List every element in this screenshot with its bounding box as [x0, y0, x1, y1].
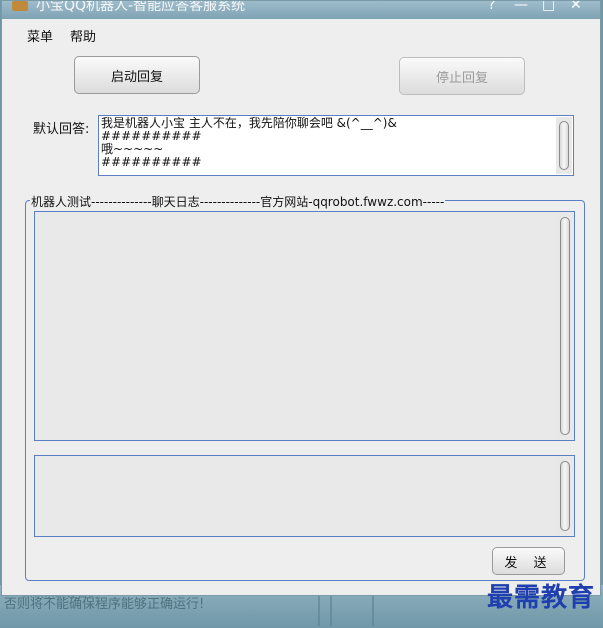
default-reply-text: 我是机器人小宝 主人不在，我先陪你聊会吧 &(^__^)& ##########… — [101, 116, 397, 169]
robot-test-group-title: 机器人测试--------------聊天日志--------------官方网… — [30, 193, 446, 210]
help-icon[interactable]: ? — [488, 1, 495, 13]
close-icon[interactable]: ✕ — [570, 1, 582, 13]
stop-reply-button[interactable]: 停止回复 — [399, 57, 525, 95]
menu-bar: 菜单 帮助 — [2, 19, 600, 47]
default-reply-textarea[interactable]: 我是机器人小宝 主人不在，我先陪你聊会吧 &(^__^)& ##########… — [98, 115, 574, 176]
title-bar[interactable]: 小宝QQ机器人-智能应答客服系统 ? — □ ✕ — [2, 1, 600, 19]
chat-log-scrollbar[interactable] — [557, 213, 573, 439]
app-window: 小宝QQ机器人-智能应答客服系统 ? — □ ✕ 菜单 帮助 启动回复 停止回复… — [1, 0, 601, 596]
app-icon — [12, 1, 28, 11]
watermark-logo: 最需教育 — [486, 583, 595, 613]
start-reply-button[interactable]: 启动回复 — [74, 56, 200, 94]
scroll-thumb[interactable] — [560, 217, 570, 435]
menu-item-menu[interactable]: 菜单 — [27, 26, 53, 45]
maximize-icon[interactable]: □ — [542, 1, 555, 13]
message-input-area[interactable] — [34, 455, 575, 537]
send-button[interactable]: 发 送 — [492, 547, 565, 575]
default-reply-label: 默认回答: — [33, 122, 90, 137]
window-title: 小宝QQ机器人-智能应答客服系统 — [36, 1, 246, 14]
chat-log-area[interactable] — [34, 211, 575, 441]
menu-item-help[interactable]: 帮助 — [70, 26, 96, 45]
scroll-thumb[interactable] — [560, 461, 570, 531]
message-input-scrollbar[interactable] — [557, 457, 573, 535]
scroll-thumb[interactable] — [559, 121, 569, 170]
minimize-icon[interactable]: — — [514, 1, 528, 13]
default-reply-scrollbar[interactable] — [556, 117, 572, 174]
